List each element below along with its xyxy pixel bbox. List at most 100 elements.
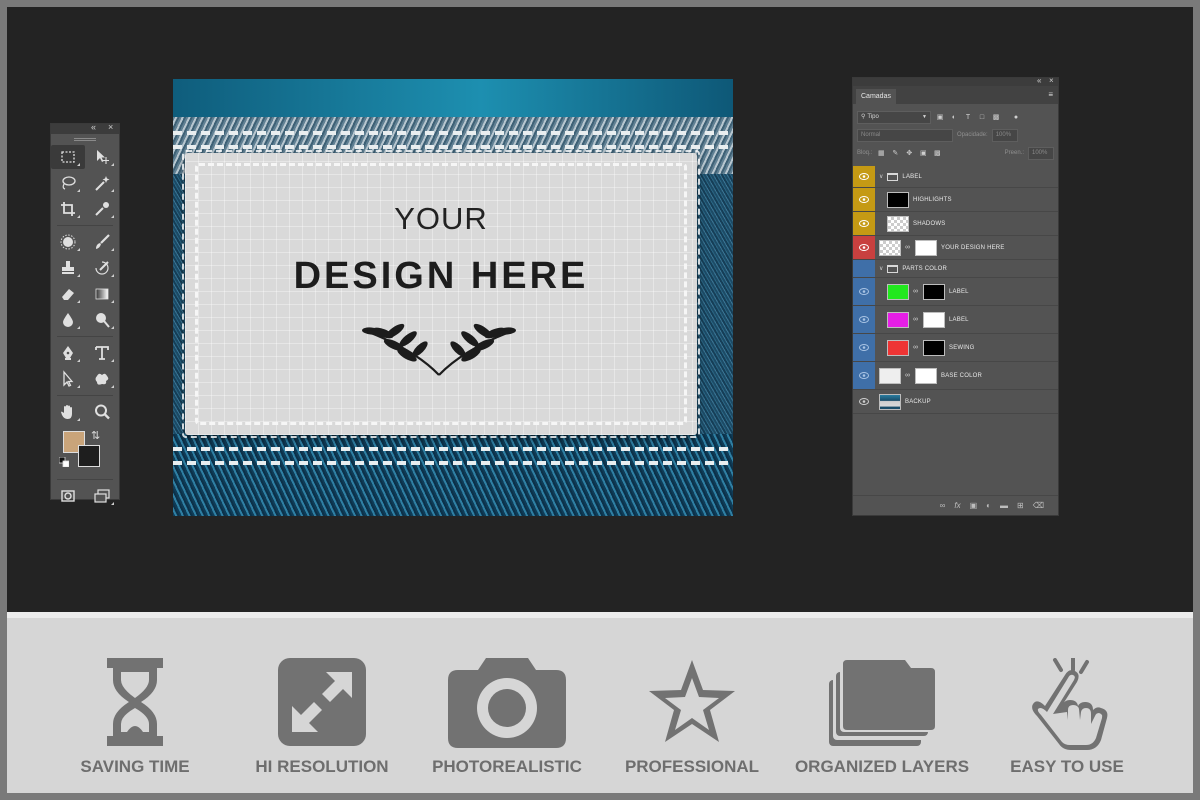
- layer-filter-value: Tipo: [867, 113, 879, 120]
- feature-photorealistic: PHOTOREALISTIC: [427, 618, 587, 793]
- hand-tool[interactable]: [51, 400, 85, 424]
- chevron-down-icon[interactable]: ∨: [879, 173, 883, 180]
- collapse-icon[interactable]: «: [91, 122, 96, 132]
- expand-icon: [278, 658, 366, 746]
- visibility-toggle[interactable]: [853, 212, 875, 235]
- layer-row[interactable]: ∨ PARTS COLOR: [853, 260, 1058, 278]
- brush-tool[interactable]: [85, 230, 119, 254]
- history-brush-icon: [95, 261, 109, 275]
- layer-name: HIGHLIGHTS: [913, 196, 952, 203]
- filter-smart-object-icon[interactable]: ▩: [991, 112, 1001, 122]
- layers-list: ∨ LABEL HIGHLIGHTS SHADOWS ∞ YOUR DESIGN H…: [853, 166, 1058, 414]
- pen-tool[interactable]: [51, 341, 85, 365]
- feature-saving-time: SAVING TIME: [62, 618, 208, 793]
- visibility-toggle[interactable]: [853, 166, 875, 187]
- type-icon: [95, 346, 109, 360]
- folders-icon: [829, 660, 935, 746]
- opacity-input[interactable]: 100%: [991, 128, 1018, 142]
- lock-image-icon[interactable]: ✎: [890, 148, 900, 158]
- eyedropper-tool[interactable]: [85, 197, 119, 221]
- layers-panel-header[interactable]: « ×: [853, 76, 1058, 86]
- layer-row[interactable]: ∞ YOUR DESIGN HERE: [853, 236, 1058, 260]
- layer-row[interactable]: ∞ BASE COLOR: [853, 362, 1058, 390]
- path-selection-icon: [63, 370, 74, 387]
- trash-icon[interactable]: ⌫: [1033, 501, 1044, 510]
- visibility-toggle[interactable]: [853, 306, 875, 333]
- crop-tool[interactable]: [51, 197, 85, 221]
- magic-wand-tool[interactable]: [85, 171, 119, 195]
- visibility-toggle[interactable]: [853, 278, 875, 305]
- adjustment-layer-icon[interactable]: ◐: [986, 501, 991, 510]
- zoom-tool[interactable]: [85, 400, 119, 424]
- visibility-toggle[interactable]: [853, 334, 875, 361]
- lock-transparent-icon[interactable]: ▦: [876, 148, 886, 158]
- collapse-icon[interactable]: «: [1037, 76, 1041, 85]
- close-icon[interactable]: ×: [1049, 76, 1054, 85]
- filter-pixel-icon[interactable]: ▣: [935, 112, 945, 122]
- document-canvas[interactable]: YOUR DESIGN HERE: [173, 79, 733, 516]
- blur-tool[interactable]: [51, 308, 85, 332]
- filter-shape-icon[interactable]: □: [977, 112, 987, 122]
- link-icon: ∞: [905, 244, 910, 251]
- move-tool[interactable]: [85, 145, 119, 169]
- lock-all-icon[interactable]: ▩: [932, 148, 942, 158]
- default-colors-icon[interactable]: [59, 457, 69, 467]
- layer-row[interactable]: BACKUP: [853, 390, 1058, 414]
- panel-grip[interactable]: [74, 138, 96, 141]
- close-icon[interactable]: ×: [108, 122, 113, 132]
- lasso-icon: [62, 176, 76, 190]
- visibility-toggle[interactable]: [853, 236, 875, 259]
- layer-name: LABEL: [949, 288, 969, 295]
- filter-adjustment-icon[interactable]: ◐: [949, 112, 959, 122]
- eye-icon: [859, 244, 869, 251]
- layer-mask-thumbnail: [923, 311, 945, 328]
- visibility-toggle[interactable]: [853, 260, 875, 277]
- fx-icon[interactable]: fx: [954, 501, 960, 510]
- custom-shape-icon: [95, 373, 109, 385]
- layer-row[interactable]: ∞ LABEL: [853, 278, 1058, 306]
- laurel-icon: [362, 323, 516, 376]
- lasso-tool[interactable]: [51, 171, 85, 195]
- link-icon: ∞: [905, 372, 910, 379]
- filter-toggle-icon[interactable]: ●: [1011, 112, 1021, 122]
- healing-brush-tool[interactable]: [51, 230, 85, 254]
- eraser-tool[interactable]: [51, 282, 85, 306]
- layer-row[interactable]: ∞ SEWING: [853, 334, 1058, 362]
- layer-row[interactable]: ∨ LABEL: [853, 166, 1058, 188]
- swap-colors-icon[interactable]: ⇅: [91, 429, 100, 442]
- shape-tool[interactable]: [85, 367, 119, 391]
- link-layers-icon[interactable]: ∞: [940, 501, 946, 510]
- lock-position-icon[interactable]: ✥: [904, 148, 914, 158]
- lock-artboard-icon[interactable]: ▣: [918, 148, 928, 158]
- feature-label: SAVING TIME: [80, 757, 190, 776]
- fill-input[interactable]: 100%: [1028, 146, 1054, 160]
- panel-menu-icon[interactable]: ≡: [1048, 90, 1053, 99]
- layer-row[interactable]: ∞ LABEL: [853, 306, 1058, 334]
- marquee-tool[interactable]: [51, 145, 85, 169]
- chevron-down-icon[interactable]: ∨: [879, 265, 883, 272]
- layer-row[interactable]: SHADOWS: [853, 212, 1058, 236]
- layer-row[interactable]: HIGHLIGHTS: [853, 188, 1058, 212]
- dodge-tool[interactable]: [85, 308, 119, 332]
- fill-label: Preen.:: [1004, 150, 1024, 156]
- gradient-tool[interactable]: [85, 282, 119, 306]
- tools-panel-header[interactable]: « ×: [51, 122, 119, 134]
- visibility-toggle[interactable]: [853, 362, 875, 389]
- quick-mask-button[interactable]: [51, 484, 85, 508]
- blend-mode-select[interactable]: Normal: [857, 128, 953, 142]
- image-thumbnail: [879, 393, 901, 410]
- add-mask-icon[interactable]: ▣: [970, 501, 978, 510]
- filter-type-icon[interactable]: T: [963, 112, 973, 122]
- layer-filter-select[interactable]: ⚲ Tipo ▼: [857, 110, 931, 124]
- stamp-tool[interactable]: [51, 256, 85, 280]
- history-brush-tool[interactable]: [85, 256, 119, 280]
- visibility-toggle[interactable]: [853, 188, 875, 211]
- tab-layers[interactable]: Camadas: [856, 89, 896, 104]
- background-color-swatch[interactable]: [78, 445, 100, 467]
- visibility-toggle[interactable]: [853, 390, 875, 413]
- new-group-icon[interactable]: ▬: [1000, 501, 1008, 510]
- screen-mode-button[interactable]: [85, 484, 119, 508]
- new-layer-icon[interactable]: ⊞: [1017, 501, 1024, 510]
- type-tool[interactable]: [85, 341, 119, 365]
- path-selection-tool[interactable]: [51, 367, 85, 391]
